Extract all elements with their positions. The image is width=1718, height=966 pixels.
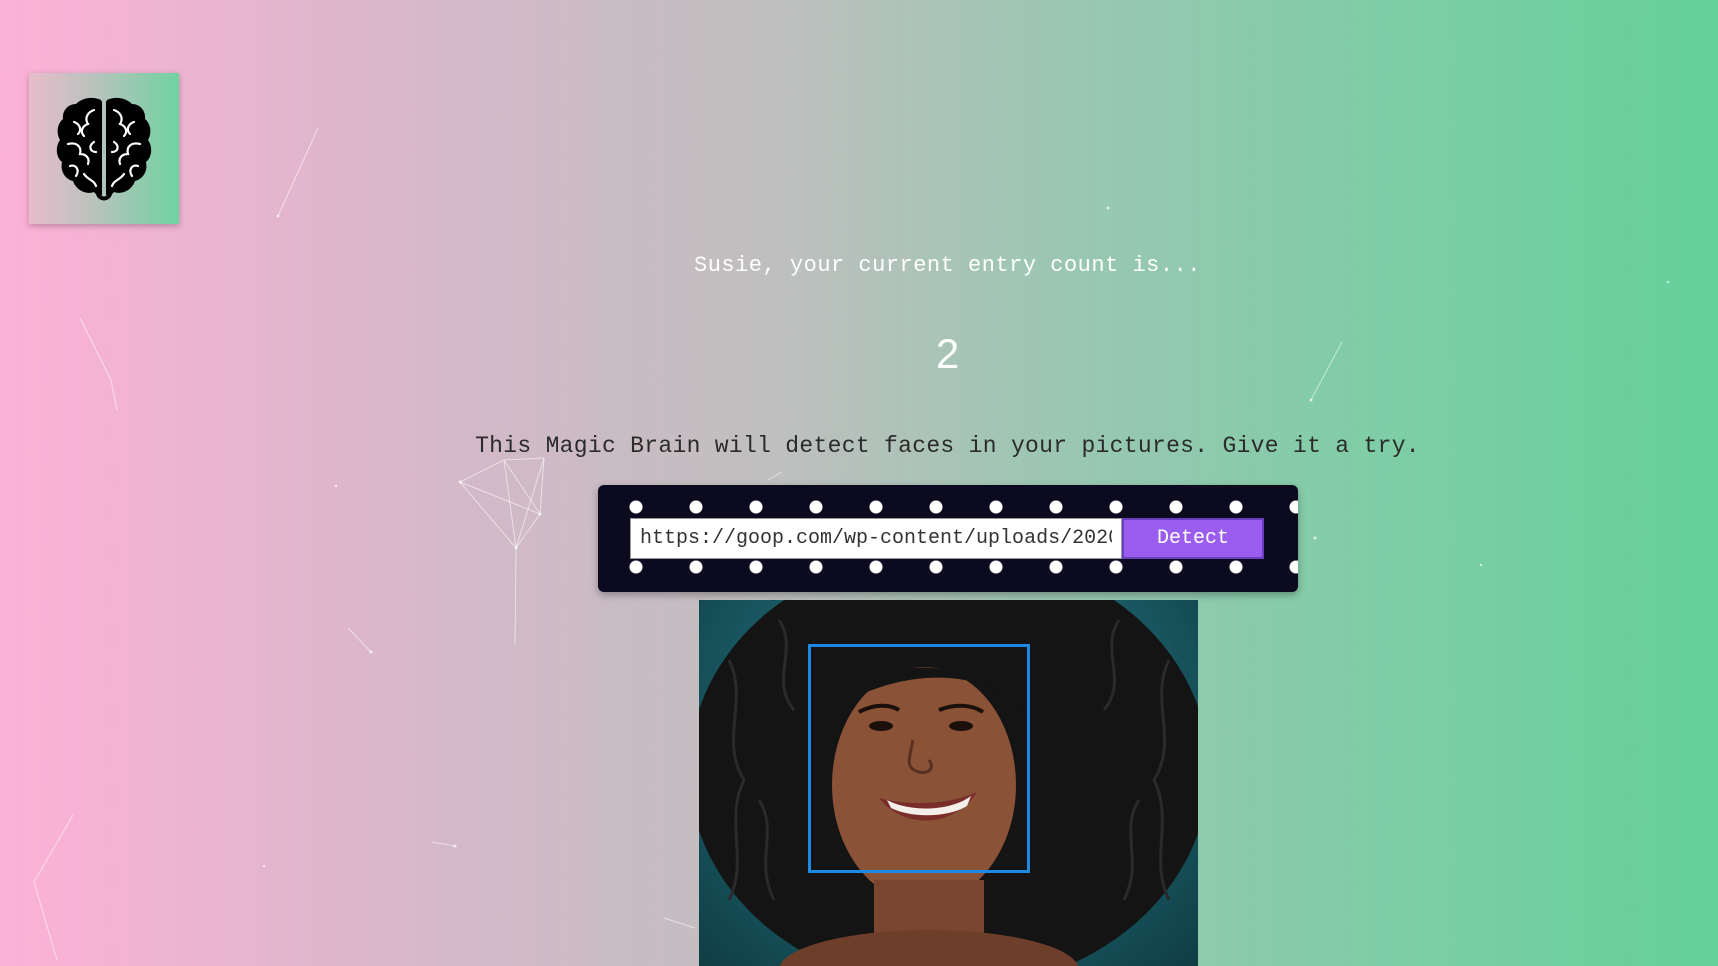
app-description: This Magic Brain will detect faces in yo… xyxy=(475,433,1420,459)
logo-card[interactable] xyxy=(29,73,179,224)
entry-count-greeting: Susie, your current entry count is... xyxy=(694,253,1201,278)
entry-count-value: 2 xyxy=(935,330,960,377)
face-bounding-box xyxy=(808,644,1030,873)
detect-button[interactable]: Detect xyxy=(1122,518,1264,559)
input-photo xyxy=(699,600,1198,966)
brain-icon xyxy=(56,97,152,200)
image-url-input[interactable] xyxy=(630,518,1122,559)
image-url-form: Detect xyxy=(598,485,1298,592)
